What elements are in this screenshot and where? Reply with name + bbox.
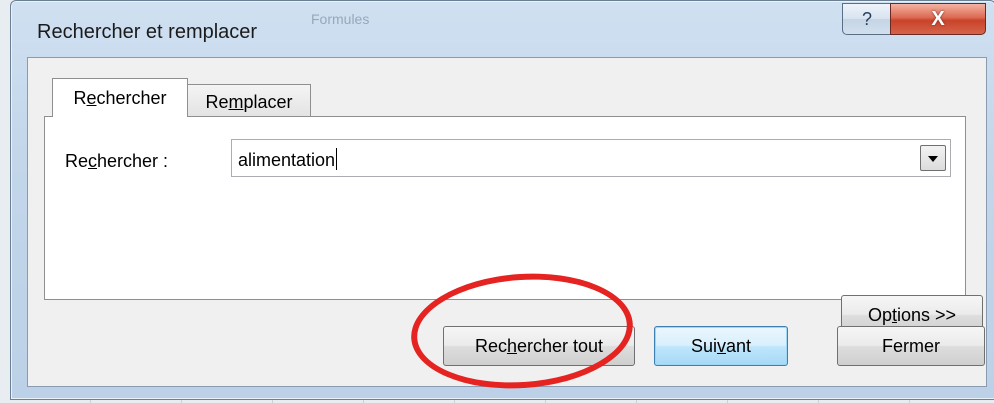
- search-input[interactable]: alimentation: [238, 148, 338, 171]
- background-text: Formules: [311, 11, 370, 27]
- find-all-label-accel: h: [506, 335, 517, 356]
- tab-label: chercher: [96, 87, 167, 108]
- close-label: Fermer: [882, 335, 940, 356]
- options-label: ions >>: [896, 304, 957, 325]
- tab-label: placer: [243, 91, 293, 112]
- find-next-button[interactable]: Sui v ant: [654, 326, 788, 366]
- dialog-body: Re chercher Re m placer Rechercher : alimen…: [27, 57, 987, 387]
- find-all-button[interactable]: Rec h ercher tout: [443, 326, 635, 366]
- tab-label-accel: e: [86, 87, 97, 108]
- options-label: Op: [867, 304, 892, 325]
- tab-panel-rechercher: Rechercher : alimentation Op t ions >>: [44, 116, 983, 335]
- find-all-label: Rec: [474, 335, 507, 356]
- text-caret: [336, 148, 338, 170]
- search-combobox[interactable]: alimentation: [231, 139, 951, 177]
- close-icon: X: [931, 7, 945, 30]
- close-button[interactable]: Fermer: [837, 326, 985, 366]
- search-label-accel: c: [88, 151, 98, 171]
- next-label-accel: v: [716, 335, 726, 356]
- tab-label-accel: m: [228, 91, 244, 112]
- tab-rechercher[interactable]: Re chercher: [52, 78, 188, 117]
- search-label-text: Re: [65, 151, 89, 171]
- search-label: Rechercher :: [65, 151, 168, 172]
- tab-label: Re: [205, 91, 229, 112]
- tab-remplacer[interactable]: Re m placer: [187, 84, 311, 119]
- tab-label: R: [73, 87, 87, 108]
- help-button[interactable]: ?: [842, 3, 892, 35]
- search-input-value: alimentation: [238, 150, 336, 170]
- find-replace-dialog: Rechercher et remplacer Formules ? X Rec…: [10, 0, 994, 400]
- close-window-button[interactable]: X: [890, 3, 986, 35]
- help-icon: ?: [861, 8, 872, 29]
- title-bar[interactable]: Rechercher et remplacer Formules ? X: [11, 1, 994, 57]
- find-all-label: ercher tout: [516, 335, 604, 356]
- next-label: ant: [725, 335, 752, 356]
- search-label-text: hercher :: [97, 151, 169, 171]
- dialog-title: Rechercher et remplacer: [37, 21, 258, 43]
- chevron-down-icon[interactable]: [920, 145, 946, 171]
- next-label: Sui: [690, 335, 717, 356]
